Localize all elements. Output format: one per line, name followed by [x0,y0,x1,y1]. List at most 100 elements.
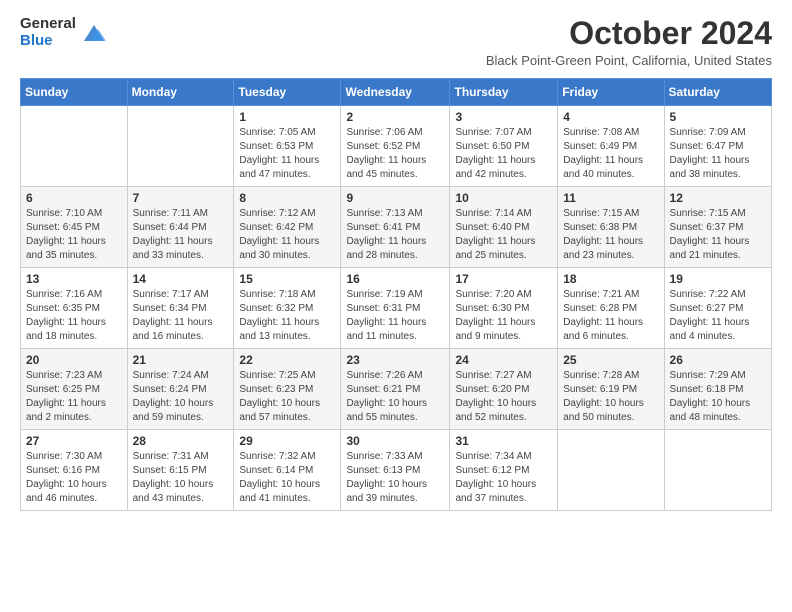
calendar-day-cell: 22 Sunrise: 7:25 AM Sunset: 6:23 PM Dayli… [234,349,341,430]
day-number: 15 [239,272,335,286]
day-number: 31 [455,434,552,448]
day-info: Sunrise: 7:14 AM Sunset: 6:40 PM Dayligh… [455,207,552,263]
calendar-day-cell: 5 Sunrise: 7:09 AM Sunset: 6:47 PM Daylig… [664,106,771,187]
calendar-week-row: 6Sunrise: 7:10 AM Sunset: 6:45 PM Daylig… [21,187,772,268]
day-number: 6 [26,191,122,205]
day-info: Sunrise: 7:19 AM Sunset: 6:31 PM Dayligh… [346,288,444,344]
day-number: 30 [346,434,444,448]
calendar-day-cell: 13Sunrise: 7:16 AM Sunset: 6:35 PM Dayli… [21,268,128,349]
weekday-header-row: SundayMondayTuesdayWednesdayThursdayFrid… [21,79,772,106]
calendar-day-cell: 14 Sunrise: 7:17 AM Sunset: 6:34 PM Dayli… [127,268,234,349]
day-info: Sunrise: 7:20 AM Sunset: 6:30 PM Dayligh… [455,288,552,344]
calendar-day-cell: 31 Sunrise: 7:34 AM Sunset: 6:12 PM Dayli… [450,430,558,511]
day-info: Sunrise: 7:29 AM Sunset: 6:18 PM Dayligh… [670,369,766,425]
calendar-day-cell: 15 Sunrise: 7:18 AM Sunset: 6:32 PM Dayli… [234,268,341,349]
day-info: Sunrise: 7:15 AM Sunset: 6:37 PM Dayligh… [670,207,766,263]
day-info: Sunrise: 7:18 AM Sunset: 6:32 PM Dayligh… [239,288,335,344]
day-number: 20 [26,353,122,367]
day-number: 3 [455,110,552,124]
calendar-day-cell: 3 Sunrise: 7:07 AM Sunset: 6:50 PM Daylig… [450,106,558,187]
weekday-header-saturday: Saturday [664,79,771,106]
calendar-day-cell: 27 Sunrise: 7:30 AM Sunset: 6:16 PM Dayli… [21,430,128,511]
calendar-week-row: 1 Sunrise: 7:05 AM Sunset: 6:53 PM Daylig… [21,106,772,187]
calendar-week-row: 13Sunrise: 7:16 AM Sunset: 6:35 PM Dayli… [21,268,772,349]
calendar-day-cell: 8 Sunrise: 7:12 AM Sunset: 6:42 PM Daylig… [234,187,341,268]
day-number: 2 [346,110,444,124]
calendar-day-cell: 28Sunrise: 7:31 AM Sunset: 6:15 PM Dayli… [127,430,234,511]
day-info: Sunrise: 7:13 AM Sunset: 6:41 PM Dayligh… [346,207,444,263]
logo-icon [80,19,108,47]
calendar-day-cell [664,430,771,511]
day-info: Sunrise: 7:24 AM Sunset: 6:24 PM Dayligh… [133,369,229,425]
day-info: Sunrise: 7:32 AM Sunset: 6:14 PM Dayligh… [239,450,335,506]
day-number: 1 [239,110,335,124]
calendar-day-cell: 6Sunrise: 7:10 AM Sunset: 6:45 PM Daylig… [21,187,128,268]
day-number: 11 [563,191,658,205]
day-number: 18 [563,272,658,286]
month-title: October 2024 [486,16,772,51]
day-number: 19 [670,272,766,286]
day-number: 9 [346,191,444,205]
day-info: Sunrise: 7:05 AM Sunset: 6:53 PM Dayligh… [239,126,335,182]
day-number: 16 [346,272,444,286]
calendar-week-row: 20 Sunrise: 7:23 AM Sunset: 6:25 PM Dayli… [21,349,772,430]
day-number: 13 [26,272,122,286]
weekday-header-monday: Monday [127,79,234,106]
calendar-day-cell: 4 Sunrise: 7:08 AM Sunset: 6:49 PM Daylig… [558,106,664,187]
calendar-day-cell: 20 Sunrise: 7:23 AM Sunset: 6:25 PM Dayli… [21,349,128,430]
day-number: 5 [670,110,766,124]
day-number: 8 [239,191,335,205]
calendar-day-cell: 17Sunrise: 7:20 AM Sunset: 6:30 PM Dayli… [450,268,558,349]
calendar-day-cell: 18Sunrise: 7:21 AM Sunset: 6:28 PM Dayli… [558,268,664,349]
page-header: General Blue October 2024 Black Point-Gr… [20,16,772,68]
day-info: Sunrise: 7:27 AM Sunset: 6:20 PM Dayligh… [455,369,552,425]
day-number: 28 [133,434,229,448]
calendar-day-cell [127,106,234,187]
day-info: Sunrise: 7:34 AM Sunset: 6:12 PM Dayligh… [455,450,552,506]
calendar-day-cell: 26 Sunrise: 7:29 AM Sunset: 6:18 PM Dayli… [664,349,771,430]
day-number: 27 [26,434,122,448]
day-number: 7 [133,191,229,205]
day-info: Sunrise: 7:12 AM Sunset: 6:42 PM Dayligh… [239,207,335,263]
day-number: 24 [455,353,552,367]
logo: General Blue [20,16,108,49]
weekday-header-sunday: Sunday [21,79,128,106]
day-info: Sunrise: 7:25 AM Sunset: 6:23 PM Dayligh… [239,369,335,425]
day-info: Sunrise: 7:33 AM Sunset: 6:13 PM Dayligh… [346,450,444,506]
day-info: Sunrise: 7:30 AM Sunset: 6:16 PM Dayligh… [26,450,122,506]
day-number: 29 [239,434,335,448]
day-info: Sunrise: 7:08 AM Sunset: 6:49 PM Dayligh… [563,126,658,182]
day-info: Sunrise: 7:07 AM Sunset: 6:50 PM Dayligh… [455,126,552,182]
calendar-day-cell: 30 Sunrise: 7:33 AM Sunset: 6:13 PM Dayli… [341,430,450,511]
calendar-day-cell: 7Sunrise: 7:11 AM Sunset: 6:44 PM Daylig… [127,187,234,268]
calendar-week-row: 27 Sunrise: 7:30 AM Sunset: 6:16 PM Dayli… [21,430,772,511]
day-info: Sunrise: 7:28 AM Sunset: 6:19 PM Dayligh… [563,369,658,425]
day-info: Sunrise: 7:09 AM Sunset: 6:47 PM Dayligh… [670,126,766,182]
calendar-day-cell: 2Sunrise: 7:06 AM Sunset: 6:52 PM Daylig… [341,106,450,187]
weekday-header-tuesday: Tuesday [234,79,341,106]
calendar-day-cell: 19Sunrise: 7:22 AM Sunset: 6:27 PM Dayli… [664,268,771,349]
logo-general-text: General [20,16,76,33]
day-number: 22 [239,353,335,367]
calendar-day-cell: 1 Sunrise: 7:05 AM Sunset: 6:53 PM Daylig… [234,106,341,187]
location-subtitle: Black Point-Green Point, California, Uni… [486,53,772,68]
weekday-header-wednesday: Wednesday [341,79,450,106]
day-number: 4 [563,110,658,124]
day-info: Sunrise: 7:17 AM Sunset: 6:34 PM Dayligh… [133,288,229,344]
calendar-day-cell: 11 Sunrise: 7:15 AM Sunset: 6:38 PM Dayli… [558,187,664,268]
weekday-header-friday: Friday [558,79,664,106]
calendar-day-cell: 29 Sunrise: 7:32 AM Sunset: 6:14 PM Dayli… [234,430,341,511]
calendar-day-cell: 12Sunrise: 7:15 AM Sunset: 6:37 PM Dayli… [664,187,771,268]
calendar-day-cell [21,106,128,187]
day-number: 21 [133,353,229,367]
day-info: Sunrise: 7:23 AM Sunset: 6:25 PM Dayligh… [26,369,122,425]
day-number: 23 [346,353,444,367]
calendar-day-cell: 16 Sunrise: 7:19 AM Sunset: 6:31 PM Dayli… [341,268,450,349]
day-number: 10 [455,191,552,205]
day-number: 14 [133,272,229,286]
title-area: October 2024 Black Point-Green Point, Ca… [486,16,772,68]
day-number: 26 [670,353,766,367]
day-info: Sunrise: 7:15 AM Sunset: 6:38 PM Dayligh… [563,207,658,263]
calendar-day-cell: 23Sunrise: 7:26 AM Sunset: 6:21 PM Dayli… [341,349,450,430]
weekday-header-thursday: Thursday [450,79,558,106]
